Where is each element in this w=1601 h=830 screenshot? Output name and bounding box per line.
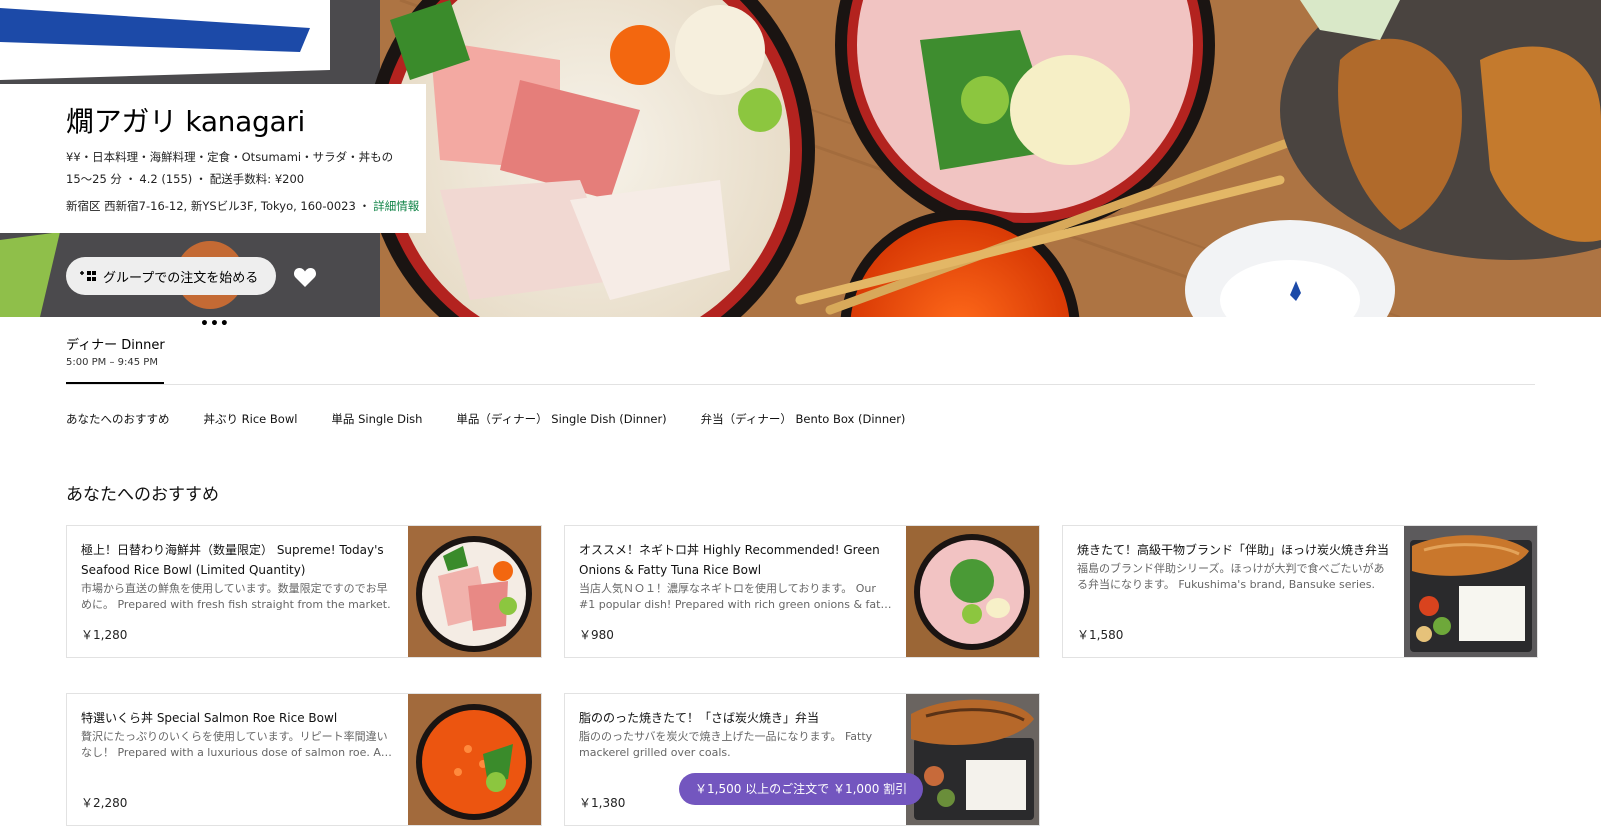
menu-item-description: 贅沢にたっぷりのいくらを使用しています。リピート率間違いなし！ Prepared… [81, 730, 388, 759]
details-link[interactable]: 詳細情報 [373, 199, 419, 213]
separator: ・ [358, 199, 371, 213]
category-link-single-dish-dinner[interactable]: 単品（ディナー） Single Dish (Dinner) [456, 411, 666, 427]
ikura-don-photo [408, 694, 541, 825]
group-add-icon [80, 271, 96, 281]
section-title: あなたへのおすすめ [66, 485, 219, 505]
menu-item-card[interactable]: 焼きたて！高級干物ブランド「伴助」ほっけ炭火焼き弁当 福島のブランド伴助シリーズ… [1062, 525, 1538, 658]
tab-divider [66, 384, 1535, 385]
menu-tab-title: ディナー Dinner [66, 338, 165, 353]
menu-item-text: 極上！日替わり海鮮丼（数量限定） Supreme! Today's Seafoo… [81, 540, 397, 613]
store-delivery-meta: 15～25 分・ 4.2 (155) ・配送手数料: ¥200 [66, 172, 426, 186]
store-name: 燗アガリ kanagari [66, 105, 306, 138]
menu-item-description: 市場から直送の鮮魚を使用しています。数量限定ですのでお早めに。 Prepared… [81, 582, 391, 611]
promo-discount-pill[interactable]: ￥1,500 以上のご注文で ￥1,000 割引 [679, 773, 924, 805]
menu-item-price: ￥980 [579, 628, 614, 642]
group-order-button[interactable]: グループでの注文を始める [66, 257, 276, 295]
menu-item-title: 極上！日替わり海鮮丼（数量限定） Supreme! Today's Seafoo… [81, 543, 384, 577]
menu-item-title: オススメ！ネギトロ丼 Highly Recommended! Green Oni… [579, 543, 880, 577]
rating-text: 4.2 (155) [139, 172, 193, 186]
store-address-line: 新宿区 西新宿7-16-12, 新YSビル3F, Tokyo, 160-0023… [66, 198, 426, 214]
favorite-heart-icon[interactable] [293, 266, 317, 288]
menu-item-title: 焼きたて！高級干物ブランド「伴助」ほっけ炭火焼き弁当 [1077, 543, 1390, 557]
category-nav: あなたへのおすすめ 丼ぶり Rice Bowl 単品 Single Dish 単… [66, 411, 905, 427]
menu-item-card[interactable]: オススメ！ネギトロ丼 Highly Recommended! Green Oni… [564, 525, 1040, 658]
menu-item-description: 福島のブランド伴助シリーズ。ほっけが大判で食べごたいがある弁当になります。 Fu… [1077, 562, 1385, 591]
separator: ・ [195, 172, 207, 186]
hokke-bento-photo [1404, 526, 1537, 657]
store-categories: ¥¥・日本料理・海鮮料理・定食・Otsumami・サラダ・丼もの [66, 150, 394, 164]
store-address: 新宿区 西新宿7-16-12, 新YSビル3F, Tokyo, 160-0023 [66, 199, 356, 213]
kaisendon-photo [408, 526, 541, 657]
store-info-card: 燗アガリ kanagari ¥¥・日本料理・海鮮料理・定食・Otsumami・サ… [0, 84, 426, 233]
saba-bento-photo [906, 694, 1039, 825]
menu-item-text: 脂ののった焼きたて！「さば炭火焼き」弁当 脂ののったサバを炭火で焼き上げた一品に… [579, 708, 895, 761]
menu-item-card[interactable]: 特選いくら丼 Special Salmon Roe Rice Bowl 贅沢にた… [66, 693, 542, 826]
separator: ・ [124, 172, 137, 186]
tab-dinner-menu[interactable]: ディナー Dinner 5:00 PM – 9:45 PM [66, 334, 165, 368]
menu-item-price: ￥1,380 [579, 796, 626, 810]
more-options-button[interactable]: ••• [200, 316, 230, 332]
menu-item-description: 脂ののったサバを炭火で焼き上げた一品になります。 Fatty mackerel … [579, 730, 873, 759]
menu-item-text: オススメ！ネギトロ丼 Highly Recommended! Green Oni… [579, 540, 895, 613]
menu-item-card[interactable]: 脂ののった焼きたて！「さば炭火焼き」弁当 脂ののったサバを炭火で焼き上げた一品に… [564, 693, 1040, 826]
menu-item-price: ￥1,280 [81, 628, 128, 642]
menu-item-price: ￥1,580 [1077, 628, 1124, 642]
category-link-single-dish[interactable]: 単品 Single Dish [331, 411, 422, 427]
negitoro-photo [906, 526, 1039, 657]
category-link-recommended[interactable]: あなたへのおすすめ [66, 411, 170, 427]
menu-item-text: 焼きたて！高級干物ブランド「伴助」ほっけ炭火焼き弁当 福島のブランド伴助シリーズ… [1077, 540, 1393, 593]
menu-item-title: 脂ののった焼きたて！「さば炭火焼き」弁当 [579, 711, 820, 725]
group-order-label: グループでの注文を始める [103, 270, 259, 286]
category-link-bento-dinner[interactable]: 弁当（ディナー） Bento Box (Dinner) [701, 411, 906, 427]
menu-tab-hours: 5:00 PM – 9:45 PM [66, 357, 158, 368]
menu-item-card[interactable]: 極上！日替わり海鮮丼（数量限定） Supreme! Today's Seafoo… [66, 525, 542, 658]
menu-item-description: 当店人気ＮＯ１！濃厚なネギトロを使用しております。 Our #1 popular… [579, 582, 892, 611]
category-link-rice-bowl[interactable]: 丼ぶり Rice Bowl [204, 411, 298, 427]
menu-item-text: 特選いくら丼 Special Salmon Roe Rice Bowl 贅沢にた… [81, 708, 397, 761]
eta-text: 15～25 分 [66, 172, 122, 186]
menu-item-title: 特選いくら丼 Special Salmon Roe Rice Bowl [81, 711, 338, 725]
menu-item-price: ￥2,280 [81, 796, 128, 810]
delivery-fee-text: 配送手数料: ¥200 [209, 172, 305, 186]
